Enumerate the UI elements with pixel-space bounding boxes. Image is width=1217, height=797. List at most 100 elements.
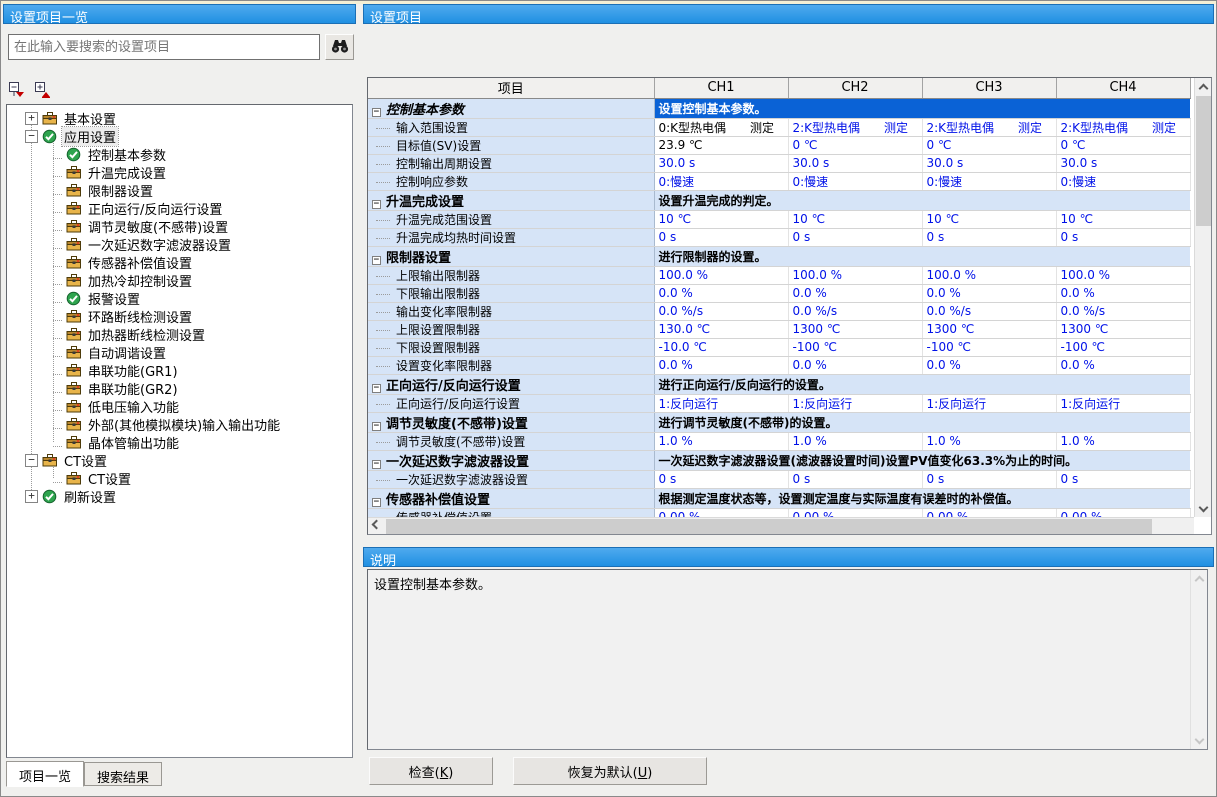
search-button[interactable] bbox=[325, 34, 354, 60]
tab-item-list[interactable]: 项目一览 bbox=[6, 761, 84, 787]
value-cell-ch1[interactable]: 0:慢速 bbox=[654, 172, 788, 190]
value-cell-ch3[interactable]: 100.0 % bbox=[922, 266, 1056, 284]
tree-item[interactable]: 自动调谐设置 bbox=[7, 343, 352, 361]
tree-item[interactable]: 控制基本参数 bbox=[7, 145, 352, 163]
setting-label-cell[interactable]: 正向运行/反向运行设置 bbox=[368, 394, 654, 412]
collapse-icon[interactable]: − bbox=[372, 108, 381, 117]
collapse-icon[interactable]: − bbox=[372, 384, 381, 393]
tree-item[interactable]: 串联功能(GR2) bbox=[7, 379, 352, 397]
tree-item[interactable]: −CT设置 bbox=[7, 451, 352, 469]
check-button[interactable]: 检查(K) bbox=[369, 757, 493, 785]
tree-item[interactable]: 一次延迟数字滤波器设置 bbox=[7, 235, 352, 253]
scroll-down-icon[interactable] bbox=[1195, 500, 1212, 517]
group-label-cell[interactable]: −传感器补偿值设置 bbox=[368, 488, 654, 508]
value-cell-ch1[interactable]: 30.0 s bbox=[654, 154, 788, 172]
group-label-cell[interactable]: −控制基本参数 bbox=[368, 98, 654, 118]
setting-label-cell[interactable]: 升温完成均热时间设置 bbox=[368, 228, 654, 246]
collapse-all-icon[interactable] bbox=[9, 82, 27, 98]
tree-item[interactable]: 串联功能(GR1) bbox=[7, 361, 352, 379]
scroll-right-icon[interactable] bbox=[1177, 518, 1194, 535]
value-cell-ch3[interactable]: 0.0 % bbox=[922, 284, 1056, 302]
tree-item[interactable]: 晶体管输出功能 bbox=[7, 433, 352, 451]
table-horizontal-scrollbar[interactable] bbox=[368, 517, 1194, 534]
value-cell-ch3[interactable]: 2:K型热电偶 测定 bbox=[922, 118, 1056, 136]
collapse-icon[interactable]: − bbox=[25, 130, 38, 143]
group-description-cell[interactable]: 设置升温完成的判定。 bbox=[654, 190, 1190, 210]
tree-item[interactable]: +基本设置 bbox=[7, 109, 352, 127]
value-cell-ch2[interactable]: 0 ℃ bbox=[788, 136, 922, 154]
value-cell-ch1[interactable]: 0:K型热电偶 测定 bbox=[654, 118, 788, 136]
setting-label-cell[interactable]: 上限输出限制器 bbox=[368, 266, 654, 284]
value-cell-ch1[interactable]: 0.0 % bbox=[654, 356, 788, 374]
value-cell-ch3[interactable]: -100 ℃ bbox=[922, 338, 1056, 356]
value-cell-ch2[interactable]: 0.0 %/s bbox=[788, 302, 922, 320]
tree-item[interactable]: 正向运行/反向运行设置 bbox=[7, 199, 352, 217]
value-cell-ch1[interactable]: 0.0 %/s bbox=[654, 302, 788, 320]
value-cell-ch4[interactable]: 0.0 % bbox=[1056, 284, 1190, 302]
tab-search-results[interactable]: 搜索结果 bbox=[84, 762, 162, 786]
setting-label-cell[interactable]: 设置变化率限制器 bbox=[368, 356, 654, 374]
scroll-down-icon[interactable] bbox=[1191, 732, 1208, 749]
value-cell-ch3[interactable]: 10 ℃ bbox=[922, 210, 1056, 228]
table-vertical-scrollbar[interactable] bbox=[1194, 78, 1211, 517]
setting-label-cell[interactable]: 上限设置限制器 bbox=[368, 320, 654, 338]
group-label-cell[interactable]: −正向运行/反向运行设置 bbox=[368, 374, 654, 394]
value-cell-ch3[interactable]: 1:反向运行 bbox=[922, 394, 1056, 412]
value-cell-ch4[interactable]: 0.0 % bbox=[1056, 356, 1190, 374]
setting-label-cell[interactable]: 升温完成范围设置 bbox=[368, 210, 654, 228]
value-cell-ch4[interactable]: 10 ℃ bbox=[1056, 210, 1190, 228]
expand-all-icon[interactable] bbox=[35, 82, 53, 98]
expand-icon[interactable]: + bbox=[25, 112, 38, 125]
value-cell-ch1[interactable]: 1.0 % bbox=[654, 432, 788, 450]
value-cell-ch4[interactable]: 0 ℃ bbox=[1056, 136, 1190, 154]
value-cell-ch3[interactable]: 0 s bbox=[922, 228, 1056, 246]
expand-icon[interactable]: + bbox=[25, 490, 38, 503]
setting-label-cell[interactable]: 控制输出周期设置 bbox=[368, 154, 654, 172]
value-cell-ch3[interactable]: 0 ℃ bbox=[922, 136, 1056, 154]
value-cell-ch2[interactable]: 0.0 % bbox=[788, 284, 922, 302]
vertical-scroll-thumb[interactable] bbox=[1196, 96, 1211, 226]
tree-item[interactable]: −应用设置 bbox=[7, 127, 352, 145]
value-cell-ch2[interactable]: -100 ℃ bbox=[788, 338, 922, 356]
tree-item[interactable]: 低电压输入功能 bbox=[7, 397, 352, 415]
group-description-cell[interactable]: 进行正向运行/反向运行的设置。 bbox=[654, 374, 1190, 394]
tree-item[interactable]: 调节灵敏度(不感带)设置 bbox=[7, 217, 352, 235]
value-cell-ch4[interactable]: -100 ℃ bbox=[1056, 338, 1190, 356]
value-cell-ch2[interactable]: 0 s bbox=[788, 228, 922, 246]
value-cell-ch3[interactable]: 30.0 s bbox=[922, 154, 1056, 172]
tree-item[interactable]: 加热器断线检测设置 bbox=[7, 325, 352, 343]
value-cell-ch1[interactable]: 10 ℃ bbox=[654, 210, 788, 228]
value-cell-ch4[interactable]: 100.0 % bbox=[1056, 266, 1190, 284]
group-description-cell[interactable]: 进行限制器的设置。 bbox=[654, 246, 1190, 266]
collapse-icon[interactable]: − bbox=[372, 256, 381, 265]
tree-item[interactable]: 外部(其他模拟模块)输入输出功能 bbox=[7, 415, 352, 433]
tree-item[interactable]: 报警设置 bbox=[7, 289, 352, 307]
tree-item[interactable]: CT设置 bbox=[7, 469, 352, 487]
value-cell-ch2[interactable]: 1:反向运行 bbox=[788, 394, 922, 412]
restore-default-button[interactable]: 恢复为默认(U) bbox=[513, 757, 707, 785]
scroll-up-icon[interactable] bbox=[1195, 78, 1212, 95]
collapse-icon[interactable]: − bbox=[372, 498, 381, 507]
group-label-cell[interactable]: −限制器设置 bbox=[368, 246, 654, 266]
collapse-icon[interactable]: − bbox=[25, 454, 38, 467]
value-cell-ch1[interactable]: 1:反向运行 bbox=[654, 394, 788, 412]
setting-label-cell[interactable]: 控制响应参数 bbox=[368, 172, 654, 190]
value-cell-ch4[interactable]: 1.0 % bbox=[1056, 432, 1190, 450]
value-cell-ch4[interactable]: 2:K型热电偶 测定 bbox=[1056, 118, 1190, 136]
value-cell-ch3[interactable]: 0.0 %/s bbox=[922, 302, 1056, 320]
value-cell-ch3[interactable]: 1300 ℃ bbox=[922, 320, 1056, 338]
value-cell-ch4[interactable]: 1300 ℃ bbox=[1056, 320, 1190, 338]
value-cell-ch1[interactable]: 0 s bbox=[654, 228, 788, 246]
collapse-icon[interactable]: − bbox=[372, 460, 381, 469]
value-cell-ch1[interactable]: 100.0 % bbox=[654, 266, 788, 284]
description-scrollbar[interactable] bbox=[1190, 570, 1207, 749]
setting-label-cell[interactable]: 调节灵敏度(不感带)设置 bbox=[368, 432, 654, 450]
value-cell-ch1[interactable]: 0 s bbox=[654, 470, 788, 488]
value-cell-ch3[interactable]: 0.0 % bbox=[922, 356, 1056, 374]
value-cell-ch2[interactable]: 0.0 % bbox=[788, 356, 922, 374]
value-cell-ch4[interactable]: 0 s bbox=[1056, 470, 1190, 488]
group-description-cell[interactable]: 一次延迟数字滤波器设置(滤波器设置时间)设置PV值变化63.3%为止的时间。 bbox=[654, 450, 1190, 470]
value-cell-ch2[interactable]: 1300 ℃ bbox=[788, 320, 922, 338]
value-cell-ch4[interactable]: 0.0 %/s bbox=[1056, 302, 1190, 320]
setting-label-cell[interactable]: 下限输出限制器 bbox=[368, 284, 654, 302]
